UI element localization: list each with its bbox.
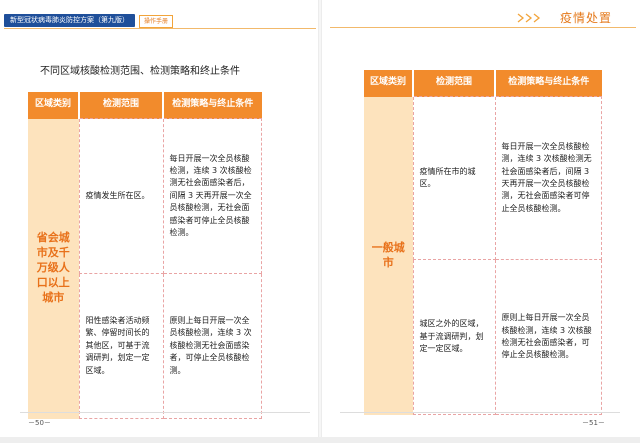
strategy-cell: 原则上每日开展一次全员核酸检测，连续 3 次核酸检测无社会面感染者，可停止全员核… [494, 259, 602, 415]
book-header-title: 新型冠状病毒肺炎防控方案（第九版） [4, 14, 135, 27]
strategy-cell: 原则上每日开展一次全员核酸检测，连续 3 次核酸检测无社会面感染者，可停止全员核… [162, 273, 262, 419]
table-header-row: 区域类别 检测范围 检测策略与终止条件 [364, 70, 602, 97]
scope-cell: 城区之外的区域，基于流调研判，划定一定区域。 [412, 259, 496, 415]
page-bottom-edge [0, 437, 640, 443]
column-header-scope: 检测范围 [79, 92, 164, 119]
right-table: 区域类别 检测范围 检测策略与终止条件 一般城市 疫情所在市的城区。 每日开展一… [364, 70, 602, 415]
table-row: 省会城市及千万级人口以上城市 疫情发生所在区。 每日开展一次全员核酸检测，连续 … [28, 118, 262, 419]
section-title: 疫情处置 [560, 11, 613, 25]
table-row: 一般城市 疫情所在市的城区。 每日开展一次全员核酸检测，连续 3 次核酸检测无社… [364, 96, 602, 415]
column-header-strategy: 检测策略与终止条件 [163, 92, 262, 119]
table-header-row: 区域类别 检测范围 检测策略与终止条件 [28, 92, 262, 119]
table-caption: 不同区域核酸检测范围、检测策略和终止条件 [40, 66, 240, 77]
strategy-cell: 每日开展一次全员核酸检测，连续 3 次核酸检测无社会面感染者后，间隔 3 天再开… [162, 118, 262, 274]
column-header-region: 区域类别 [364, 70, 414, 97]
book-spine [318, 0, 322, 443]
region-category-cell: 省会城市及千万级人口以上城市 [28, 118, 79, 419]
region-category-cell: 一般城市 [364, 96, 413, 415]
scope-cell: 阳性感染者活动频繁、停留时间长的其他区，可基于流调研判，划定一定区域。 [78, 273, 164, 419]
strategy-cell: 每日开展一次全员核酸检测，连续 3 次核酸检测无社会面感染者后，间隔 3 天再开… [494, 96, 602, 260]
column-header-region: 区域类别 [28, 92, 80, 119]
chevron-decoration-icon [517, 13, 541, 23]
scope-cell: 疫情所在市的城区。 [412, 96, 496, 260]
page-number: －51－ [582, 419, 605, 427]
header-divider [330, 27, 636, 28]
left-table: 区域类别 检测范围 检测策略与终止条件 省会城市及千万级人口以上城市 疫情发生所… [28, 92, 262, 419]
column-header-scope: 检测范围 [413, 70, 496, 97]
page-number: －50－ [28, 419, 51, 427]
scope-cell: 疫情发生所在区。 [78, 118, 164, 274]
column-header-strategy: 检测策略与终止条件 [495, 70, 602, 97]
left-page: 新型冠状病毒肺炎防控方案（第九版） 操作手册 不同区域核酸检测范围、检测策略和终… [0, 0, 320, 443]
right-page: 疫情处置 区域类别 检测范围 检测策略与终止条件 一般城市 疫情所在市的城区。 … [320, 0, 640, 443]
book-header-tag: 操作手册 [139, 15, 174, 28]
header-divider [4, 28, 316, 29]
footer-divider [340, 412, 620, 413]
footer-divider [20, 412, 310, 413]
